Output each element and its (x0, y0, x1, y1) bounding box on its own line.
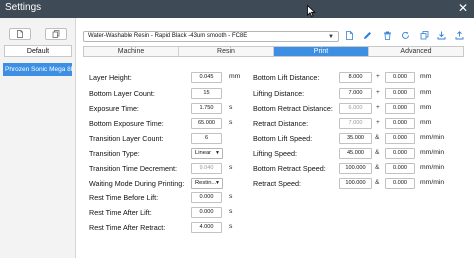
plus-separator: + (376, 104, 380, 111)
waiting-mode-select[interactable]: Restin... ▼ (191, 178, 223, 189)
bottom-lift-distance-extra-input[interactable]: 0.000 (385, 72, 415, 83)
mouse-cursor-icon (307, 5, 316, 17)
param-label: Transition Layer Count: (89, 134, 164, 143)
param-label: Rest Time Before Lift: (89, 193, 159, 202)
rest-time-before-lift-input[interactable]: 0.000 (191, 192, 222, 203)
delete-trash-icon[interactable] (382, 30, 393, 41)
tab-resin[interactable]: Resin (179, 47, 274, 56)
transition-type-value: Linear (195, 150, 212, 156)
close-icon[interactable]: ✕ (458, 1, 468, 15)
new-profile-icon[interactable] (344, 30, 355, 41)
bottom-exposure-time-input[interactable]: 65.000 (191, 118, 222, 129)
lifting-speed-extra-input[interactable]: 0.000 (385, 148, 415, 159)
param-unit: mm (420, 73, 432, 80)
default-button[interactable]: Default (4, 45, 72, 57)
lifting-speed-input[interactable]: 45.000 (339, 148, 372, 159)
param-label: Waiting Mode During Printing: (89, 179, 185, 188)
chevron-down-icon: ▼ (215, 180, 220, 186)
param-unit: s (229, 223, 233, 230)
plus-separator: + (376, 89, 380, 96)
param-unit: mm (420, 89, 432, 96)
param-label: Bottom Exposure Time: (89, 119, 164, 128)
exposure-time-input[interactable]: 1.750 (191, 103, 222, 114)
bottom-retract-distance-input: 6.000 (339, 103, 372, 114)
export-icon[interactable] (454, 30, 465, 41)
param-label: Bottom Layer Count: (89, 89, 155, 98)
param-unit: s (229, 119, 233, 126)
transition-time-decrement-input: 9.040 (191, 163, 222, 174)
resin-profile-value: Water-Washable Resin - Rapid Black -43um… (88, 33, 248, 39)
copy-file-icon (52, 30, 60, 38)
param-unit: s (229, 193, 233, 200)
bottom-lift-speed-input[interactable]: 35.000 (339, 133, 372, 144)
param-label: Bottom Lift Speed: (253, 134, 313, 143)
param-unit: mm/min (420, 149, 445, 156)
chevron-down-icon: ▼ (215, 150, 220, 156)
bottom-lift-speed-extra-input[interactable]: 0.000 (385, 133, 415, 144)
param-label: Bottom Retract Distance: (253, 104, 333, 113)
retract-distance-extra-input[interactable]: 0.000 (385, 118, 415, 129)
param-label: Lifting Distance: (253, 89, 305, 98)
profile-list-panel: Default Phrozen Sonic Mega 8K (0, 18, 76, 258)
bottom-retract-distance-extra-input[interactable]: 0.000 (385, 103, 415, 114)
copy-file-button[interactable] (45, 28, 67, 40)
param-label: Transition Time Decrement: (89, 164, 178, 173)
retract-speed-input[interactable]: 100.000 (339, 178, 372, 189)
rest-time-after-retract-input[interactable]: 4.000 (191, 222, 222, 233)
param-unit: mm (420, 119, 432, 126)
param-label: Bottom Retract Speed: (253, 164, 326, 173)
bottom-retract-speed-extra-input[interactable]: 0.000 (385, 163, 415, 174)
resin-profile-select[interactable]: Water-Washable Resin - Rapid Black -43um… (83, 31, 339, 42)
new-file-button[interactable] (9, 28, 31, 40)
layer-height-input[interactable]: 0.045 (191, 72, 222, 83)
param-unit: mm/min (420, 134, 445, 141)
and-separator: & (375, 164, 380, 171)
and-separator: & (375, 134, 380, 141)
waiting-mode-value: Restin... (195, 180, 217, 186)
param-label: Exposure Time: (89, 104, 139, 113)
param-unit: mm (229, 73, 241, 80)
bottom-retract-speed-input[interactable]: 100.000 (339, 163, 372, 174)
duplicate-icon[interactable] (419, 30, 430, 41)
and-separator: & (375, 149, 380, 156)
retract-speed-extra-input[interactable]: 0.000 (385, 178, 415, 189)
param-unit: s (229, 104, 233, 111)
param-label: Retract Speed: (253, 179, 301, 188)
refresh-icon[interactable] (400, 30, 411, 41)
and-separator: & (375, 179, 380, 186)
settings-tabs: Machine Resin Print Advanced (83, 46, 464, 57)
chevron-down-icon: ▼ (328, 34, 334, 40)
param-label: Transition Type: (89, 149, 140, 158)
param-label: Rest Time After Lift: (89, 208, 152, 217)
lifting-distance-input[interactable]: 7.000 (339, 88, 372, 99)
window-title: Settings (5, 2, 42, 13)
bottom-lift-distance-input[interactable]: 8.000 (339, 72, 372, 83)
transition-type-select[interactable]: Linear ▼ (191, 148, 223, 159)
param-unit: s (229, 164, 233, 171)
plus-separator: + (376, 73, 380, 80)
param-unit: s (229, 208, 233, 215)
printer-list-item[interactable]: Phrozen Sonic Mega 8K (3, 63, 72, 76)
param-label: Bottom Lift Distance: (253, 73, 320, 82)
param-label: Lifting Speed: (253, 149, 297, 158)
param-unit: mm/min (420, 179, 445, 186)
import-icon[interactable] (436, 30, 447, 41)
edit-pencil-icon[interactable] (362, 30, 373, 41)
rest-time-after-lift-input[interactable]: 0.000 (191, 207, 222, 218)
plus-separator: + (376, 119, 380, 126)
new-file-icon (17, 30, 23, 38)
window-titlebar: Settings ✕ (0, 0, 474, 18)
tab-advanced[interactable]: Advanced (369, 47, 463, 56)
retract-distance-input: 7.000 (339, 118, 372, 129)
lifting-distance-extra-input[interactable]: 0.000 (385, 88, 415, 99)
tab-print[interactable]: Print (274, 47, 369, 56)
param-label: Retract Distance: (253, 119, 309, 128)
tab-machine[interactable]: Machine (84, 47, 179, 56)
param-unit: mm (420, 104, 432, 111)
param-unit: mm/min (420, 164, 445, 171)
param-label: Rest Time After Retract: (89, 223, 166, 232)
param-label: Layer Height: (89, 73, 132, 82)
transition-layer-count-input[interactable]: 6 (191, 133, 222, 144)
bottom-layer-count-input[interactable]: 15 (191, 88, 222, 99)
